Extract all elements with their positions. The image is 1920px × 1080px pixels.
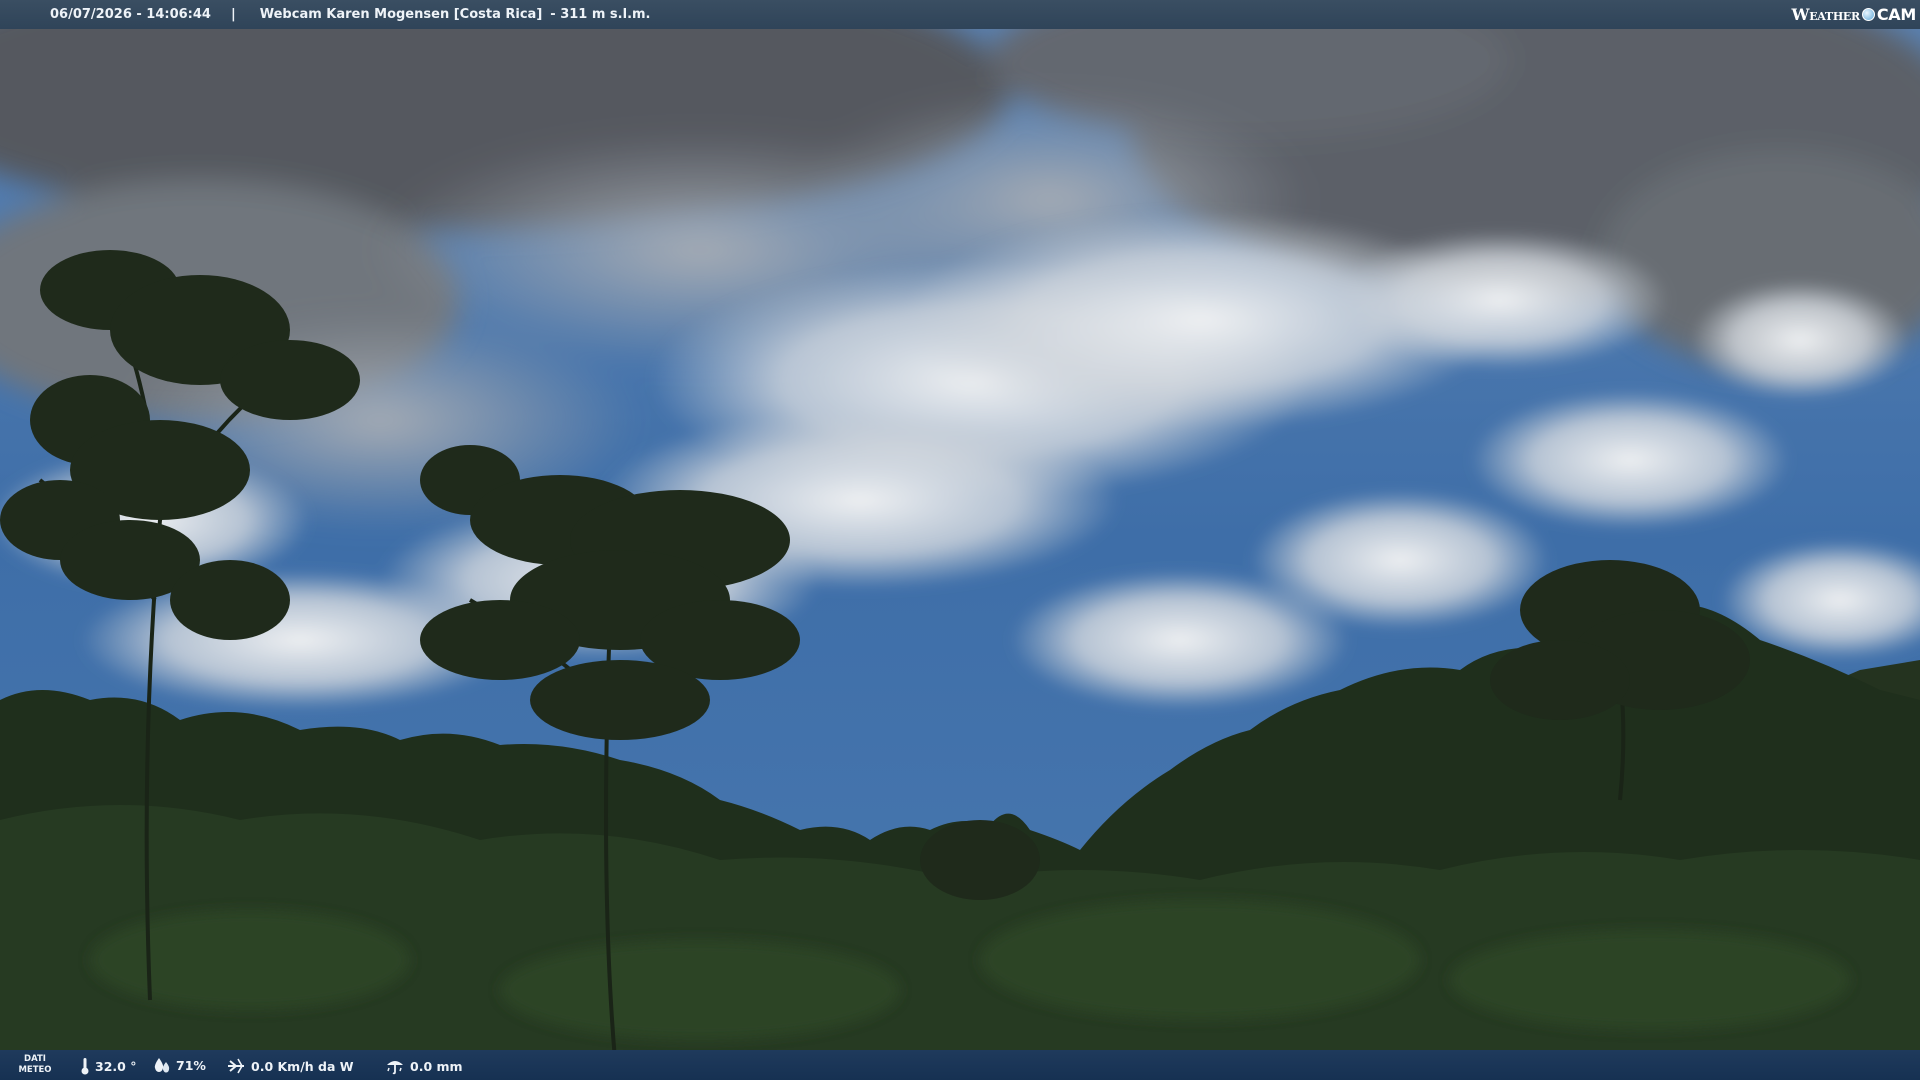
webcam-title: Webcam Karen Mogensen [Costa Rica] <box>259 7 543 22</box>
logo-text-cam: CAM <box>1876 4 1916 24</box>
temperature-value: 32.0 ° <box>95 1058 137 1074</box>
weather-data-label: DATI METEO <box>18 1054 52 1076</box>
thermometer-icon <box>81 1058 89 1075</box>
humidity-drops-icon <box>154 1058 170 1073</box>
globe-icon <box>1861 7 1875 21</box>
wind-value: 0.0 Km/h da W <box>251 1058 354 1074</box>
wind-reading: 0.0 Km/h da W <box>226 1057 354 1075</box>
weather-data-label-line2: METEO <box>18 1065 52 1075</box>
weathercam-logo: Weather CAM <box>1791 3 1917 25</box>
rain-gauge-icon <box>387 1061 403 1075</box>
humidity-reading: 71% <box>153 1057 206 1074</box>
humidity-value: 71% <box>176 1058 206 1073</box>
logo-text-weather: Weather <box>1791 4 1861 24</box>
header-separator: | <box>230 7 236 22</box>
weather-data-label-line1: DATI <box>24 1054 46 1064</box>
webcam-image <box>0 0 1920 1080</box>
webcam-header-bar: 06/07/2026 - 14:06:44 | Webcam Karen Mog… <box>0 0 1920 29</box>
rain-value: 0.0 mm <box>410 1058 463 1074</box>
weather-data-bar: DATI METEO 32.0 ° 71% 0.0 Km/h da W 0.0 … <box>0 1050 1920 1080</box>
temperature-reading: 32.0 ° <box>80 1057 136 1075</box>
elevation: - 311 m s.l.m. <box>550 7 651 22</box>
rain-reading: 0.0 mm <box>385 1057 463 1075</box>
wind-icon <box>228 1058 244 1074</box>
timestamp: 06/07/2026 - 14:06:44 <box>50 7 211 22</box>
